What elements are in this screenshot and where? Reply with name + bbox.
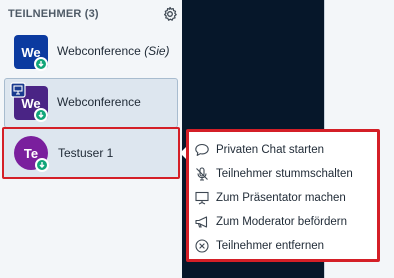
menu-item-private-chat[interactable]: Privaten Chat starten [194, 139, 376, 161]
participant-item-webconference-self[interactable]: We Webconference (Sie) [0, 27, 182, 77]
participant-name: Webconference (Sie) [57, 44, 170, 58]
participant-name: Testuser 1 [58, 146, 114, 160]
menu-item-label: Privaten Chat starten [216, 144, 325, 156]
remove-circle-icon [194, 238, 210, 254]
online-status-icon [34, 108, 48, 122]
participant-name-text: Webconference [57, 44, 141, 58]
menu-item-label: Zum Moderator befördern [216, 216, 348, 228]
avatar-initials: Te [23, 145, 39, 161]
menu-item-label: Teilnehmer entfernen [216, 240, 325, 252]
menu-item-label: Teilnehmer stummschalten [216, 168, 353, 180]
participants-header: TEILNEHMER (3) [8, 6, 178, 24]
menu-item-promote-moderator[interactable]: Zum Moderator befördern [194, 211, 376, 233]
participant-context-menu: Privaten Chat starten Teilnehmer stummsc… [186, 129, 380, 262]
participant-name: Webconference [57, 95, 141, 109]
megaphone-icon [194, 214, 210, 230]
online-status-icon [34, 57, 48, 71]
menu-item-remove-participant[interactable]: Teilnehmer entfernen [194, 235, 376, 257]
participant-item-testuser-1[interactable]: Te Testuser 1 [2, 127, 180, 179]
presenter-icon [10, 82, 26, 98]
menu-item-make-presenter[interactable]: Zum Präsentator machen [194, 187, 376, 209]
self-indicator: (Sie) [144, 44, 170, 58]
presentation-icon [194, 190, 210, 206]
participants-title: TEILNEHMER (3) [8, 8, 99, 20]
gear-icon[interactable] [162, 6, 178, 22]
menu-item-label: Zum Präsentator machen [216, 192, 346, 204]
participant-item-webconference[interactable]: We Webconference [4, 78, 178, 128]
menu-item-mute[interactable]: Teilnehmer stummschalten [194, 163, 376, 185]
participants-panel: TEILNEHMER (3) We Webconference (Sie) We [0, 0, 182, 278]
online-status-icon [35, 158, 49, 172]
chat-bubble-icon [194, 142, 210, 158]
mic-off-icon [194, 166, 210, 182]
